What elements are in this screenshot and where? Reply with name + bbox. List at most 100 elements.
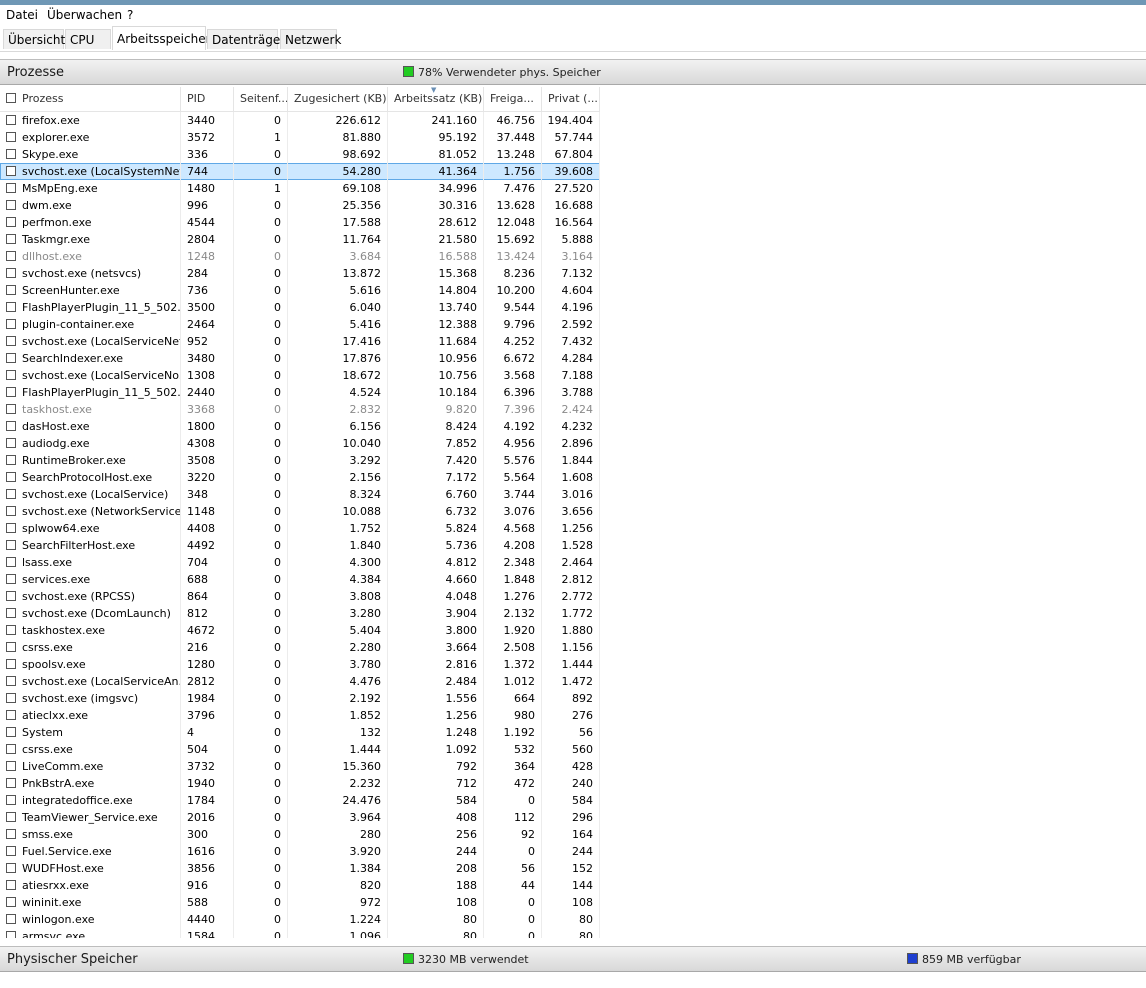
menu-help[interactable]: ?	[127, 8, 133, 22]
table-row[interactable]: winlogon.exe 4440 0 1.224 80 0 80	[0, 911, 600, 928]
tab-arbeitsspeicher[interactable]: Arbeitsspeicher	[112, 26, 211, 50]
process-private: 560	[542, 741, 600, 758]
col-header-shareable[interactable]: Freiga...	[484, 87, 542, 111]
process-shareable: 112	[484, 809, 542, 826]
table-row[interactable]: dllhost.exe 1248 0 3.684 16.588 13.424 3.164	[0, 248, 600, 265]
process-commit: 2.280	[288, 639, 388, 656]
table-row[interactable]: spoolsv.exe 1280 0 3.780 2.816 1.372 1.444	[0, 656, 600, 673]
process-pid: 3480	[181, 350, 234, 367]
table-row[interactable]: services.exe 688 0 4.384 4.660 1.848 2.812	[0, 571, 600, 588]
table-row[interactable]: svchost.exe (LocalServiceNo... 1308 0 18.67…	[0, 367, 600, 384]
process-commit: 1.096	[288, 928, 388, 938]
tab-datentraeger[interactable]: Datenträger	[207, 29, 285, 49]
tab-uebersicht[interactable]: Übersicht	[3, 29, 65, 49]
process-private: 2.464	[542, 554, 600, 571]
table-row[interactable]: audiodg.exe 4308 0 10.040 7.852 4.956 2.896	[0, 435, 600, 452]
table-row[interactable]: PnkBstrA.exe 1940 0 2.232 712 472 240	[0, 775, 600, 792]
process-name: spoolsv.exe	[0, 656, 181, 673]
process-private: 16.688	[542, 197, 600, 214]
process-pid: 504	[181, 741, 234, 758]
process-private: 1.156	[542, 639, 600, 656]
table-row[interactable]: integratedoffice.exe 1784 0 24.476 584 0 584	[0, 792, 600, 809]
table-row[interactable]: SearchIndexer.exe 3480 0 17.876 10.956 6.672 4…	[0, 350, 600, 367]
process-name: dwm.exe	[0, 197, 181, 214]
process-name: dasHost.exe	[0, 418, 181, 435]
menu-datei[interactable]: Datei	[6, 8, 38, 22]
table-row[interactable]: wininit.exe 588 0 972 108 0 108	[0, 894, 600, 911]
table-row[interactable]: armsvc.exe 1584 0 1.096 80 0 80	[0, 928, 600, 938]
table-row[interactable]: taskhostex.exe 4672 0 5.404 3.800 1.920 1.880	[0, 622, 600, 639]
tab-cpu[interactable]: CPU	[65, 29, 111, 49]
process-private: 164	[542, 826, 600, 843]
process-shareable: 3.744	[484, 486, 542, 503]
menu-ueberwachen[interactable]: Überwachen	[47, 8, 122, 22]
table-row[interactable]: Taskmgr.exe 2804 0 11.764 21.580 15.692 5.888	[0, 231, 600, 248]
table-row[interactable]: svchost.exe (netsvcs) 284 0 13.872 15.368 8.2…	[0, 265, 600, 282]
process-name: explorer.exe	[0, 129, 181, 146]
table-row[interactable]: csrss.exe 504 0 1.444 1.092 532 560	[0, 741, 600, 758]
table-row[interactable]: MsMpEng.exe 1480 1 69.108 34.996 7.476 27.520	[0, 180, 600, 197]
process-pagefaults: 0	[234, 554, 288, 571]
process-name: svchost.exe (LocalService)	[0, 486, 181, 503]
table-row[interactable]: svchost.exe (RPCSS) 864 0 3.808 4.048 1.276 2.…	[0, 588, 600, 605]
table-row[interactable]: plugin-container.exe 2464 0 5.416 12.388 9.79…	[0, 316, 600, 333]
table-row[interactable]: svchost.exe (LocalServiceNet... 952 0 17.41…	[0, 333, 600, 350]
table-row[interactable]: perfmon.exe 4544 0 17.588 28.612 12.048 16.564	[0, 214, 600, 231]
process-commit: 280	[288, 826, 388, 843]
table-row[interactable]: TeamViewer_Service.exe 2016 0 3.964 408 112 29…	[0, 809, 600, 826]
table-row[interactable]: Skype.exe 336 0 98.692 81.052 13.248 67.804	[0, 146, 600, 163]
process-pid: 1248	[181, 248, 234, 265]
table-row[interactable]: LiveComm.exe 3732 0 15.360 792 364 428	[0, 758, 600, 775]
table-row[interactable]: dasHost.exe 1800 0 6.156 8.424 4.192 4.232	[0, 418, 600, 435]
process-commit: 10.088	[288, 503, 388, 520]
process-pagefaults: 0	[234, 265, 288, 282]
table-row[interactable]: FlashPlayerPlugin_11_5_502... 2440 0 4.524 1…	[0, 384, 600, 401]
process-table: Prozess PID Seitenf... Zugesichert (KB) …	[0, 87, 1146, 938]
process-pagefaults: 0	[234, 350, 288, 367]
table-row[interactable]: svchost.exe (LocalService) 348 0 8.324 6.760…	[0, 486, 600, 503]
process-shareable: 6.672	[484, 350, 542, 367]
table-row[interactable]: SearchFilterHost.exe 4492 0 1.840 5.736 4.208…	[0, 537, 600, 554]
col-header-commit[interactable]: Zugesichert (KB)	[288, 87, 388, 111]
table-row[interactable]: SearchProtocolHost.exe 3220 0 2.156 7.172 5.5…	[0, 469, 600, 486]
table-row[interactable]: WUDFHost.exe 3856 0 1.384 208 56 152	[0, 860, 600, 877]
table-row[interactable]: dwm.exe 996 0 25.356 30.316 13.628 16.688	[0, 197, 600, 214]
table-row[interactable]: splwow64.exe 4408 0 1.752 5.824 4.568 1.256	[0, 520, 600, 537]
table-row[interactable]: svchost.exe (DcomLaunch) 812 0 3.280 3.904 2.…	[0, 605, 600, 622]
physical-memory-section-header[interactable]: Physischer Speicher 3230 MB verwendet 85…	[0, 946, 1146, 972]
table-row[interactable]: taskhost.exe 3368 0 2.832 9.820 7.396 2.424	[0, 401, 600, 418]
process-working-set: 11.684	[388, 333, 484, 350]
process-working-set: 3.904	[388, 605, 484, 622]
table-row[interactable]: atiesrxx.exe 916 0 820 188 44 144	[0, 877, 600, 894]
process-working-set: 3.664	[388, 639, 484, 656]
process-private: 3.788	[542, 384, 600, 401]
process-commit: 1.752	[288, 520, 388, 537]
table-row[interactable]: Fuel.Service.exe 1616 0 3.920 244 0 244	[0, 843, 600, 860]
process-name: svchost.exe (netsvcs)	[0, 265, 181, 282]
process-shareable: 6.396	[484, 384, 542, 401]
table-row[interactable]: csrss.exe 216 0 2.280 3.664 2.508 1.156	[0, 639, 600, 656]
col-header-process[interactable]: Prozess	[0, 87, 181, 111]
tab-netzwerk[interactable]: Netzwerk	[280, 29, 341, 49]
col-header-pid[interactable]: PID	[181, 87, 234, 111]
table-row[interactable]: smss.exe 300 0 280 256 92 164	[0, 826, 600, 843]
table-row[interactable]: System 4 0 132 1.248 1.192 56	[0, 724, 600, 741]
table-row[interactable]: svchost.exe (imgsvc) 1984 0 2.192 1.556 664 89…	[0, 690, 600, 707]
processes-section-header[interactable]: Prozesse 78% Verwendeter phys. Speicher	[0, 59, 1146, 85]
table-row[interactable]: FlashPlayerPlugin_11_5_502... 3500 0 6.040 1…	[0, 299, 600, 316]
process-pid: 300	[181, 826, 234, 843]
col-header-private[interactable]: Privat (...	[542, 87, 600, 111]
table-row[interactable]: atieclxx.exe 3796 0 1.852 1.256 980 276	[0, 707, 600, 724]
process-shareable: 12.048	[484, 214, 542, 231]
col-header-pagefaults[interactable]: Seitenf...	[234, 87, 288, 111]
table-row[interactable]: firefox.exe 3440 0 226.612 241.160 46.756 194.…	[0, 112, 600, 129]
table-row[interactable]: svchost.exe (NetworkService) 1148 0 10.088 6…	[0, 503, 600, 520]
table-row[interactable]: ScreenHunter.exe 736 0 5.616 14.804 10.200 4.6…	[0, 282, 600, 299]
table-row[interactable]: RuntimeBroker.exe 3508 0 3.292 7.420 5.576 1.8…	[0, 452, 600, 469]
table-row[interactable]: svchost.exe (LocalServiceAn... 2812 0 4.476…	[0, 673, 600, 690]
table-row[interactable]: lsass.exe 704 0 4.300 4.812 2.348 2.464	[0, 554, 600, 571]
process-pid: 284	[181, 265, 234, 282]
table-row[interactable]: svchost.exe (LocalSystemNet... 744 0 54.280…	[0, 163, 600, 180]
table-row[interactable]: explorer.exe 3572 1 81.880 95.192 37.448 57.74…	[0, 129, 600, 146]
process-pagefaults: 0	[234, 435, 288, 452]
